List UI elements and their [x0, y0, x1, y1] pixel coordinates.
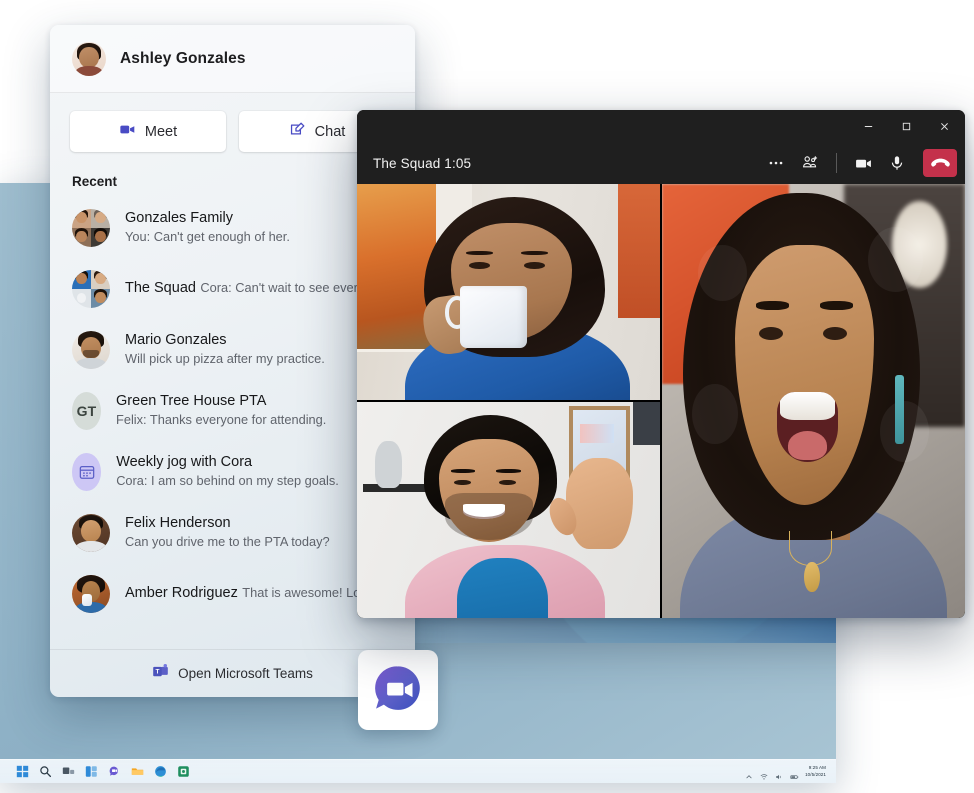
participant-video-tile[interactable] — [357, 402, 660, 618]
initials-avatar-gt: GT — [72, 391, 102, 430]
microsoft-teams-logo-icon: T — [152, 663, 169, 685]
chat-button-label: Chat — [314, 123, 346, 140]
chat-title: The Squad — [125, 279, 196, 296]
teams-chat-bubble-icon[interactable] — [358, 650, 438, 730]
chat-preview: Will pick up pizza after my practice. — [125, 351, 325, 367]
taskbar-time: 9:25 AM — [808, 765, 826, 771]
compose-chat-icon — [289, 121, 306, 143]
wifi-icon[interactable] — [760, 768, 768, 779]
flyout-header: Ashley Gonzales — [50, 25, 415, 93]
chat-preview: Can you drive me to the PTA today? — [125, 534, 330, 550]
chat-title: Felix Henderson — [125, 514, 231, 531]
widgets-icon[interactable] — [85, 765, 98, 778]
call-window-titlebar[interactable] — [357, 110, 965, 142]
chat-preview: You: Can't get enough of her. — [125, 229, 290, 245]
meet-button[interactable]: Meet — [70, 111, 226, 152]
search-icon[interactable] — [39, 765, 52, 778]
more-options-icon[interactable] — [760, 148, 792, 178]
teams-call-window: The Squad 1:05 — [357, 110, 965, 618]
microphone-icon[interactable] — [881, 148, 913, 178]
microsoft-edge-icon[interactable] — [154, 765, 167, 778]
add-people-icon[interactable] — [794, 148, 826, 178]
windows-taskbar[interactable]: 9:25 AM 10/5/2021 — [0, 759, 836, 783]
taskbar-system-tray: 9:25 AM 10/5/2021 — [745, 765, 836, 779]
maximize-icon[interactable] — [887, 110, 925, 142]
open-microsoft-teams-label: Open Microsoft Teams — [178, 666, 313, 681]
chat-title: Green Tree House PTA — [116, 392, 267, 409]
taskbar-clock[interactable]: 9:25 AM 10/5/2021 — [805, 765, 826, 777]
chat-title: Gonzales Family — [125, 209, 233, 226]
user-avatar-mario — [72, 330, 110, 369]
avatar — [72, 41, 106, 76]
taskbar-pinned-apps — [0, 765, 190, 778]
chat-preview: Felix: Thanks everyone for attending. — [116, 412, 327, 428]
hangup-phone-icon[interactable] — [923, 149, 957, 177]
participant-video-woman-laughing — [662, 184, 965, 618]
chat-preview: Cora: I am so behind on my step goals. — [116, 473, 339, 489]
file-explorer-icon[interactable] — [131, 765, 144, 778]
teams-chat-icon[interactable] — [108, 765, 121, 778]
participant-video-woman-with-mug — [357, 184, 660, 400]
meet-button-label: Meet — [144, 123, 178, 140]
group-avatar-gonzales-family — [72, 208, 110, 247]
task-view-icon[interactable] — [62, 765, 75, 778]
screenshot-root: 9:25 AM 10/5/2021 Ashley Gonzales Meet C… — [0, 0, 974, 793]
user-avatar-felix — [72, 513, 110, 552]
toolbar-divider — [836, 153, 837, 173]
chat-title: Amber Rodriguez — [125, 584, 238, 601]
chat-title: Mario Gonzales — [125, 331, 227, 348]
chat-title: Weekly jog with Cora — [116, 453, 253, 470]
group-avatar-the-squad — [72, 269, 110, 308]
windows-start-icon[interactable] — [16, 765, 29, 778]
volume-icon[interactable] — [775, 768, 783, 779]
video-camera-icon[interactable] — [847, 148, 879, 178]
taskbar-date: 10/5/2021 — [805, 771, 826, 777]
minimize-icon[interactable] — [849, 110, 887, 142]
call-toolbar: The Squad 1:05 — [357, 142, 965, 184]
participant-video-tile[interactable] — [662, 184, 965, 618]
call-controls — [760, 148, 957, 178]
chevron-up-icon[interactable] — [745, 768, 753, 778]
avatar-initials: GT — [76, 402, 97, 419]
microsoft-store-icon[interactable] — [177, 765, 190, 778]
call-title: The Squad 1:05 — [373, 155, 472, 171]
battery-icon[interactable] — [790, 768, 799, 779]
participant-video-tile[interactable] — [357, 184, 660, 400]
close-icon[interactable] — [925, 110, 963, 142]
video-camera-icon — [119, 121, 136, 143]
calendar-icon — [72, 452, 102, 491]
svg-text:T: T — [156, 668, 160, 675]
user-avatar-amber — [72, 574, 110, 613]
video-grid — [357, 184, 965, 618]
participant-video-man-waving — [357, 402, 660, 618]
page-title: Ashley Gonzales — [120, 49, 246, 67]
